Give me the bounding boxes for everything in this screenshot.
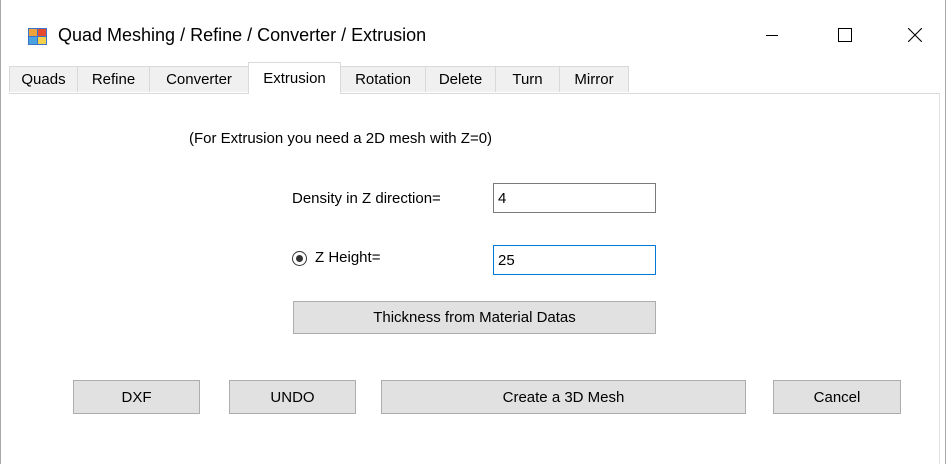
create-3d-mesh-button[interactable]: Create a 3D Mesh bbox=[381, 380, 746, 414]
tab-converter[interactable]: Converter bbox=[149, 66, 249, 92]
tab-label: Mirror bbox=[574, 71, 614, 88]
minimize-button[interactable] bbox=[743, 12, 801, 58]
tab-delete[interactable]: Delete bbox=[425, 66, 496, 92]
tab-label: Delete bbox=[438, 71, 483, 88]
window-title: Quad Meshing / Refine / Converter / Extr… bbox=[58, 25, 427, 45]
dialog-window: Quad Meshing / Refine / Converter / Extr… bbox=[0, 0, 946, 464]
tab-label: Rotation bbox=[355, 71, 411, 88]
close-button[interactable] bbox=[886, 12, 944, 58]
dxf-button[interactable]: DXF bbox=[73, 380, 200, 414]
title-bar[interactable]: Quad Meshing / Refine / Converter / Extr… bbox=[1, 0, 945, 60]
tab-label: Quads bbox=[21, 71, 66, 88]
tab-refine[interactable]: Refine bbox=[77, 66, 150, 92]
tab-rotation[interactable]: Rotation bbox=[340, 66, 426, 92]
undo-button[interactable]: UNDO bbox=[229, 380, 356, 414]
density-label: Density in Z direction= bbox=[292, 190, 441, 207]
tab-label: Turn bbox=[512, 71, 543, 88]
z-height-radio[interactable] bbox=[292, 251, 307, 266]
z-height-input[interactable] bbox=[493, 245, 656, 275]
tab-quads[interactable]: Quads bbox=[9, 66, 78, 92]
tab-label: Extrusion bbox=[263, 70, 326, 87]
extrusion-panel: (For Extrusion you need a 2D mesh with Z… bbox=[9, 93, 940, 464]
tab-label: Converter bbox=[166, 71, 232, 88]
thickness-from-material-button[interactable]: Thickness from Material Datas bbox=[293, 301, 656, 334]
minimize-icon bbox=[766, 35, 778, 36]
tab-mirror[interactable]: Mirror bbox=[559, 66, 629, 92]
cancel-button[interactable]: Cancel bbox=[773, 380, 901, 414]
tab-turn[interactable]: Turn bbox=[495, 66, 560, 92]
tab-extrusion[interactable]: Extrusion bbox=[248, 62, 341, 94]
maximize-button[interactable] bbox=[816, 12, 874, 58]
extrusion-info-text: (For Extrusion you need a 2D mesh with Z… bbox=[189, 130, 493, 147]
maximize-icon bbox=[838, 28, 852, 42]
radio-selected-dot bbox=[296, 255, 303, 262]
density-input[interactable] bbox=[493, 183, 656, 213]
panel-right-border bbox=[939, 93, 940, 464]
app-icon bbox=[28, 28, 47, 45]
tab-label: Refine bbox=[91, 71, 136, 88]
close-icon bbox=[908, 28, 922, 42]
z-height-label: Z Height= bbox=[315, 249, 381, 266]
